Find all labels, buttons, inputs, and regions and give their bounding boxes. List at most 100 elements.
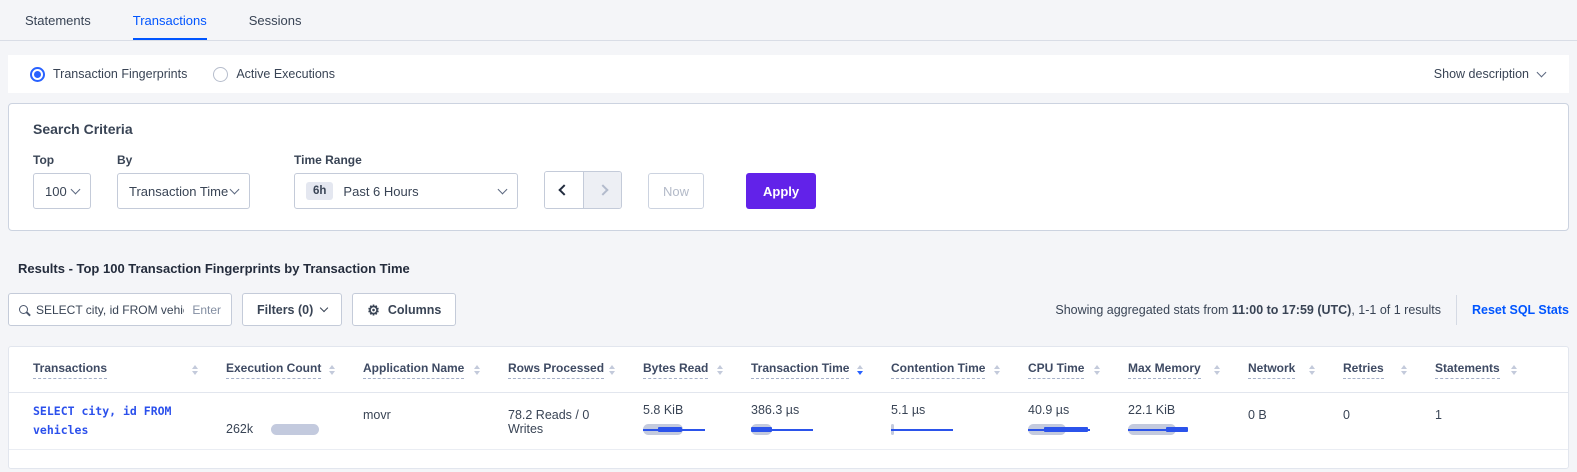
radio-transaction-fingerprints[interactable]: Transaction Fingerprints bbox=[30, 67, 187, 82]
apply-button[interactable]: Apply bbox=[746, 173, 816, 209]
column-header-application-name[interactable]: Application Name bbox=[363, 361, 508, 379]
sort-up-icon bbox=[1401, 365, 1407, 369]
columns-button-label: Columns bbox=[388, 303, 441, 317]
column-header-label: Bytes Read bbox=[643, 361, 708, 379]
column-header-transactions[interactable]: Transactions bbox=[33, 361, 226, 379]
column-header-statements[interactable]: Statements bbox=[1435, 361, 1545, 379]
column-header-label: Statements bbox=[1435, 361, 1500, 379]
column-header-label: Max Memory bbox=[1128, 361, 1201, 379]
sort-icon bbox=[192, 365, 198, 375]
cell-rows-processed: 78.2 Reads / 0 Writes bbox=[508, 393, 643, 449]
cell-value: 5.8 KiB bbox=[643, 403, 723, 417]
show-description-toggle[interactable]: Show description bbox=[1434, 67, 1545, 81]
cell-value: 262k bbox=[226, 422, 253, 436]
column-header-cpu-time[interactable]: CPU Time bbox=[1028, 361, 1128, 379]
cell-execution-count: 262k bbox=[226, 393, 363, 449]
radio-active-executions[interactable]: Active Executions bbox=[213, 67, 335, 82]
sort-down-icon bbox=[192, 371, 198, 375]
sort-down-icon bbox=[994, 371, 1000, 375]
columns-button[interactable]: ⚙ Columns bbox=[352, 293, 456, 326]
sort-down-icon bbox=[717, 371, 723, 375]
radio-label: Active Executions bbox=[236, 67, 335, 81]
column-header-contention-time[interactable]: Contention Time bbox=[891, 361, 1028, 379]
sort-icon bbox=[1214, 365, 1220, 375]
radio-selected-icon bbox=[30, 67, 45, 82]
sort-icon bbox=[857, 365, 863, 375]
column-header-network[interactable]: Network bbox=[1248, 361, 1343, 379]
sort-down-icon bbox=[1214, 371, 1220, 375]
stat-bar-chart bbox=[643, 424, 705, 435]
cell-retries: 0 bbox=[1343, 393, 1435, 449]
sort-down-icon bbox=[609, 371, 615, 375]
reset-sql-stats-link[interactable]: Reset SQL Stats bbox=[1472, 303, 1569, 317]
by-select-value: Transaction Time bbox=[129, 184, 228, 199]
time-pager bbox=[544, 171, 622, 209]
chevron-down-icon bbox=[230, 185, 240, 195]
sort-up-icon bbox=[329, 365, 335, 369]
sql-activity-tabbar: Statements Transactions Sessions bbox=[0, 0, 1577, 41]
stat-bar-chart bbox=[891, 424, 953, 435]
cell-value: 22.1 KiB bbox=[1128, 403, 1220, 417]
gear-icon: ⚙ bbox=[367, 303, 380, 317]
cell-max-memory: 22.1 KiB bbox=[1128, 393, 1248, 449]
sort-up-icon bbox=[1511, 365, 1517, 369]
sort-icon bbox=[474, 365, 480, 375]
sort-down-icon bbox=[1094, 371, 1100, 375]
previous-time-button[interactable] bbox=[545, 172, 583, 208]
column-header-execution-count[interactable]: Execution Count bbox=[226, 361, 363, 379]
transactions-table: Transactions Execution CountApplication N… bbox=[8, 346, 1569, 469]
cell-bytes-read: 5.8 KiB bbox=[643, 393, 751, 449]
column-header-label: Application Name bbox=[363, 361, 464, 379]
chevron-left-icon bbox=[558, 184, 569, 195]
column-header-label: Retries bbox=[1343, 361, 1384, 379]
radio-unselected-icon bbox=[213, 67, 228, 82]
enter-hint: Enter bbox=[192, 303, 221, 317]
sort-up-icon bbox=[609, 365, 615, 369]
stat-bar-chart bbox=[1128, 424, 1188, 435]
sort-up-icon bbox=[192, 365, 198, 369]
column-header-label: Transaction Time bbox=[751, 361, 849, 379]
by-select[interactable]: Transaction Time bbox=[117, 173, 250, 209]
tab-sessions[interactable]: Sessions bbox=[249, 13, 302, 40]
chevron-down-icon bbox=[1537, 68, 1547, 78]
sort-up-icon bbox=[1309, 365, 1315, 369]
top-select[interactable]: 100 bbox=[33, 173, 91, 209]
aggregated-stats-text: Showing aggregated stats from 11:00 to 1… bbox=[1055, 303, 1441, 317]
column-header-rows-processed[interactable]: Rows Processed bbox=[508, 361, 643, 379]
column-header-retries[interactable]: Retries bbox=[1343, 361, 1435, 379]
time-range-badge: 6h bbox=[306, 182, 333, 200]
column-header-bytes-read[interactable]: Bytes Read bbox=[643, 361, 751, 379]
cell-cpu-time: 40.9 µs bbox=[1028, 393, 1128, 449]
sort-icon bbox=[329, 365, 335, 375]
column-header-max-memory[interactable]: Max Memory bbox=[1128, 361, 1248, 379]
sort-icon bbox=[1511, 365, 1517, 375]
cell-application-name: movr bbox=[363, 393, 508, 449]
column-header-label: Rows Processed bbox=[508, 361, 604, 379]
tab-transactions[interactable]: Transactions bbox=[133, 13, 207, 40]
sort-up-icon bbox=[717, 365, 723, 369]
view-radio-group: Transaction Fingerprints Active Executio… bbox=[30, 67, 335, 82]
results-title: Results - Top 100 Transaction Fingerprin… bbox=[18, 261, 1577, 276]
sort-down-icon bbox=[1511, 371, 1517, 375]
column-header-label: Network bbox=[1248, 361, 1295, 379]
column-header-transaction-time[interactable]: Transaction Time bbox=[751, 361, 891, 379]
now-button[interactable]: Now bbox=[648, 173, 704, 209]
sort-up-icon bbox=[857, 365, 863, 369]
cell-value: movr bbox=[363, 408, 480, 422]
time-range-select[interactable]: 6h Past 6 Hours bbox=[294, 173, 518, 209]
stat-bar-chart bbox=[1028, 424, 1090, 435]
filters-button[interactable]: Filters (0) bbox=[242, 293, 342, 326]
mean-bar bbox=[658, 427, 682, 432]
column-header-label: Transactions bbox=[33, 361, 107, 379]
sort-up-icon bbox=[994, 365, 1000, 369]
tab-statements[interactable]: Statements bbox=[25, 13, 91, 40]
search-criteria-card: Search Criteria Top 100 By Transaction T… bbox=[8, 103, 1569, 231]
mean-bar bbox=[1044, 427, 1088, 432]
results-toolbar: Enter Filters (0) ⚙ Columns Showing aggr… bbox=[8, 293, 1569, 326]
time-range-label: Time Range bbox=[294, 153, 518, 167]
sort-down-icon bbox=[1309, 371, 1315, 375]
search-input[interactable] bbox=[36, 303, 184, 317]
transaction-fingerprint-link[interactable]: SELECT city, id FROM vehicles bbox=[33, 393, 198, 440]
sort-down-icon bbox=[857, 371, 863, 375]
next-time-button[interactable] bbox=[583, 172, 621, 208]
